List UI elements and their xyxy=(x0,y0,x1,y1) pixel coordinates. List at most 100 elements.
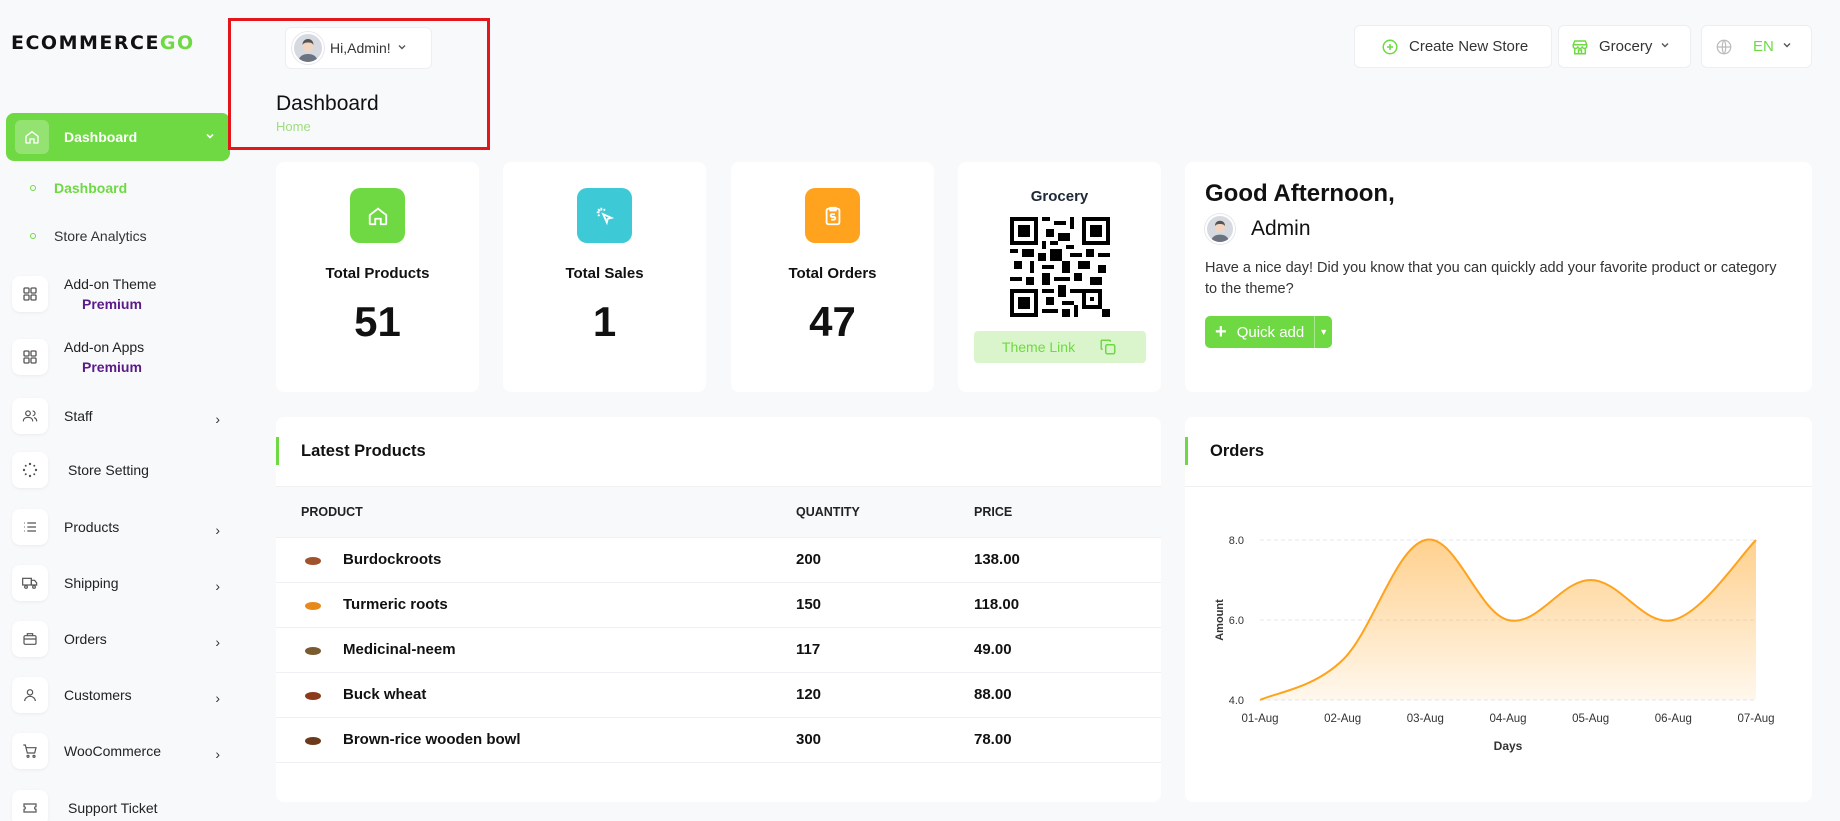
premium-badge: Premium xyxy=(82,296,142,312)
product-name[interactable]: Buck wheat xyxy=(343,686,426,703)
caret-down-icon[interactable]: ▼ xyxy=(1314,316,1332,348)
sidebar-item-woocommerce[interactable]: WooCommerce › xyxy=(12,733,224,769)
home-icon xyxy=(350,188,405,243)
sidebar-sub-dashboard[interactable]: Dashboard xyxy=(30,180,127,196)
greeting-message: Have a nice day! Did you know that you c… xyxy=(1205,260,1777,297)
theme-link-button[interactable]: Theme Link xyxy=(973,331,1146,363)
latest-products-card: Latest Products PRODUCT QUANTITY PRICE B… xyxy=(276,417,1161,802)
table-row[interactable]: Turmeric roots 150 118.00 xyxy=(276,581,1161,627)
grid-icon xyxy=(12,339,48,375)
sidebar-item-shipping[interactable]: Shipping › xyxy=(12,565,224,601)
card-title: Latest Products xyxy=(301,442,426,460)
create-store-button[interactable]: Create New Store xyxy=(1354,25,1552,68)
highlight-box xyxy=(228,18,490,150)
plus-circle-icon xyxy=(1381,38,1399,56)
price-cell: 49.00 xyxy=(974,626,1161,672)
brand-logo[interactable]: ECOMMERCEGO xyxy=(11,32,195,54)
click-icon xyxy=(577,188,632,243)
clipboard-dollar-icon xyxy=(805,188,860,243)
quantity-cell: 117 xyxy=(796,626,974,672)
package-icon xyxy=(12,621,48,657)
truck-icon xyxy=(12,565,48,601)
sidebar-item-dashboard[interactable]: Dashboard xyxy=(6,113,230,161)
sidebar-item-label: Staff xyxy=(64,408,93,424)
chevron-down-icon xyxy=(1660,40,1670,53)
sidebar-item-orders[interactable]: Orders › xyxy=(12,621,224,657)
chevron-down-icon xyxy=(1782,40,1792,53)
table-row[interactable]: Brown-rice wooden bowl 300 78.00 xyxy=(276,716,1161,763)
sidebar-item-label: Dashboard xyxy=(64,129,138,145)
table-row[interactable]: Buck wheat 120 88.00 xyxy=(276,671,1161,717)
price-cell: 138.00 xyxy=(974,536,1161,582)
sidebar-item-products[interactable]: Products › xyxy=(12,509,224,545)
orders-card: Orders 4.0 6.0 8.0 01-Aug 02-Aug 03-Aug 04-Aug… xyxy=(1185,417,1812,802)
sidebar-sub-store-analytics[interactable]: Store Analytics xyxy=(30,228,147,244)
sidebar-item-staff[interactable]: Staff › xyxy=(12,398,224,434)
orders-chart: 4.0 6.0 8.0 01-Aug 02-Aug 03-Aug 04-Aug 05-Aug 0… xyxy=(1214,535,1775,753)
greeting-title: Good Afternoon, xyxy=(1205,180,1395,207)
chevron-down-icon xyxy=(204,129,216,145)
logo-text: ECOMMERCE xyxy=(11,32,160,54)
sidebar-item-customers[interactable]: Customers › xyxy=(12,677,224,713)
sidebar-item-addon-theme[interactable]: Add-on Theme Premium xyxy=(12,274,224,314)
store-select[interactable]: Grocery xyxy=(1558,25,1691,68)
create-store-label: Create New Store xyxy=(1409,38,1529,55)
sidebar-item-label: WooCommerce xyxy=(64,743,161,759)
table-row[interactable]: Burdockroots 200 138.00 xyxy=(276,536,1161,582)
user-icon xyxy=(12,677,48,713)
price-cell: 118.00 xyxy=(974,581,1161,627)
product-name[interactable]: Turmeric roots xyxy=(343,596,448,613)
product-name[interactable]: Brown-rice wooden bowl xyxy=(343,731,521,748)
x-axis-label: Days xyxy=(1494,739,1523,753)
products-table: PRODUCT QUANTITY PRICE Burdockroots 200 13… xyxy=(276,487,1161,763)
qr-card: Grocery Theme Link xyxy=(958,162,1161,392)
avatar xyxy=(1205,214,1235,244)
y-axis-label: Amount xyxy=(1214,599,1226,641)
product-cell: Burdockroots xyxy=(276,536,796,582)
product-cell: Medicinal-neem xyxy=(276,626,796,672)
product-thumbnail xyxy=(303,689,323,701)
ticket-icon xyxy=(12,790,48,821)
quick-add-button[interactable]: + Quick add ▼ xyxy=(1205,316,1333,348)
product-cell: Buck wheat xyxy=(276,671,796,717)
sidebar-sub-label: Store Analytics xyxy=(54,228,147,244)
premium-badge: Premium xyxy=(82,359,142,375)
language-select[interactable]: EN xyxy=(1701,25,1812,68)
column-header[interactable]: PRODUCT xyxy=(276,487,796,537)
quantity-cell: 150 xyxy=(796,581,974,627)
card-title: Orders xyxy=(1210,442,1265,460)
product-name[interactable]: Medicinal-neem xyxy=(343,641,456,658)
table-row[interactable]: Medicinal-neem 117 49.00 xyxy=(276,626,1161,672)
x-tick-label: 01-Aug xyxy=(1241,713,1278,725)
product-name[interactable]: Burdockroots xyxy=(343,551,441,568)
chevron-right-icon: › xyxy=(215,634,220,650)
stat-label: Total Orders xyxy=(788,265,877,282)
bullet-icon xyxy=(30,233,36,239)
sidebar-item-support-ticket[interactable]: Support Ticket xyxy=(12,790,224,821)
store-select-value: Grocery xyxy=(1599,38,1653,55)
qr-code xyxy=(1009,217,1110,317)
stat-card-sales: Total Sales 1 xyxy=(503,162,706,392)
y-tick-label: 8.0 xyxy=(1229,535,1244,547)
column-header[interactable]: QUANTITY xyxy=(796,487,974,537)
sidebar-item-addon-apps[interactable]: Add-on Apps Premium xyxy=(12,337,224,377)
product-thumbnail xyxy=(303,734,323,746)
stat-label: Total Sales xyxy=(565,265,644,282)
users-icon xyxy=(12,398,48,434)
chevron-right-icon: › xyxy=(215,411,220,427)
qr-title: Grocery xyxy=(1030,188,1089,205)
sidebar-item-store-setting[interactable]: Store Setting xyxy=(12,452,224,488)
greeting-name: Admin xyxy=(1251,217,1311,240)
price-cell: 88.00 xyxy=(974,671,1161,717)
quantity-cell: 120 xyxy=(796,671,974,717)
sidebar-item-label: Customers xyxy=(64,687,132,703)
sidebar-item-label: Add-on Theme xyxy=(64,276,157,292)
x-tick-label: 03-Aug xyxy=(1407,713,1444,725)
sidebar: ECOMMERCEGO Dashboard Dashboard Store An… xyxy=(0,0,240,821)
column-header[interactable]: PRICE xyxy=(974,487,1161,537)
x-tick-label: 04-Aug xyxy=(1489,713,1526,725)
stat-value: 47 xyxy=(809,298,856,345)
x-tick-label: 05-Aug xyxy=(1572,713,1609,725)
quantity-cell: 300 xyxy=(796,716,974,763)
grid-icon xyxy=(12,276,48,312)
